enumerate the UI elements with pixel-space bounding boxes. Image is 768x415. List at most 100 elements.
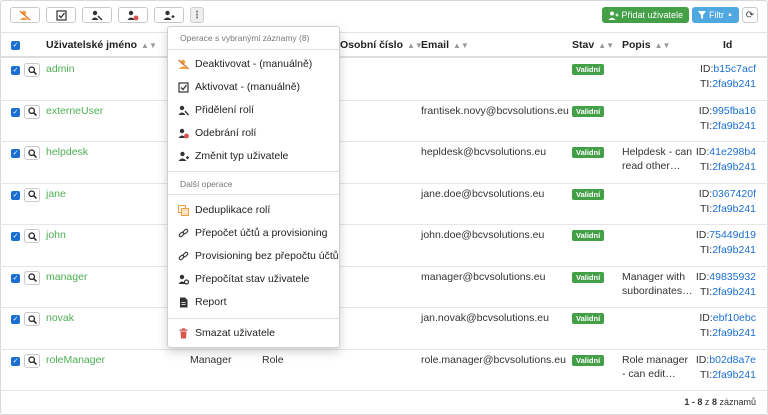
menu-deactivate[interactable]: Deaktivovat - (manuálně) (178, 56, 312, 72)
status-badge: Validní (572, 354, 605, 366)
description: Manager with subordinates… (622, 270, 693, 297)
username-link[interactable]: roleManager (46, 354, 105, 366)
row-checkbox[interactable]: ✓ (11, 315, 20, 324)
identifier: ID:75449d19 TI:2fa9b241 (696, 228, 756, 258)
menu-activate[interactable]: Aktivovat - (manuálně) (178, 79, 300, 95)
ti-value[interactable]: 2fa9b241 (712, 244, 756, 256)
detail-button[interactable] (24, 353, 40, 368)
add-user-button[interactable]: Přidat uživatele (601, 7, 690, 23)
id-value[interactable]: 995fba16 (712, 105, 756, 117)
column-id[interactable]: Id (723, 39, 732, 51)
row-checkbox[interactable]: ✓ (11, 107, 20, 117)
refresh-button[interactable]: ⟳ (742, 7, 758, 23)
id-line: ID:b15c7acf (699, 63, 756, 75)
menu-item-label: Deaktivovat - (manuálně) (195, 58, 313, 70)
search-icon (27, 273, 37, 282)
assign-roles-button[interactable] (82, 7, 112, 23)
id-value[interactable]: 0367420f (712, 188, 756, 200)
detail-button[interactable] (24, 187, 40, 202)
check-square-icon (55, 9, 67, 21)
column-email[interactable]: Email ▲▼ (421, 39, 469, 51)
row-checkbox[interactable]: ✓ (11, 356, 20, 366)
table-actions: Přidat uživatele Filtr ▲ ⟳ (601, 7, 758, 23)
user-type-icon (178, 151, 189, 162)
menu-assign-roles[interactable]: Přidělení rolí (178, 102, 254, 118)
ti-value[interactable]: 2fa9b241 (712, 327, 756, 339)
column-state[interactable]: Stav ▲▼ (572, 39, 614, 51)
detail-button[interactable] (24, 63, 40, 77)
username-link[interactable]: manager (46, 271, 87, 283)
change-user-type-button[interactable] (154, 7, 184, 23)
ti-value[interactable]: 2fa9b241 (712, 161, 756, 173)
table-row[interactable]: ✓ admin Validní ID:b15c7acf TI:2fa9b241 (0, 59, 768, 101)
ti-value[interactable]: 2fa9b241 (712, 78, 756, 90)
id-value[interactable]: 49835932 (709, 271, 756, 283)
filter-label: Filtr (709, 10, 725, 20)
user-cog-icon (178, 274, 189, 285)
deactivate-button[interactable] (10, 7, 40, 23)
status-badge: Validní (572, 230, 605, 241)
ti-value[interactable]: 2fa9b241 (712, 369, 756, 381)
id-value[interactable]: 41e298b4 (709, 146, 756, 158)
column-username[interactable]: Uživatelské jméno ▲▼ (46, 39, 157, 51)
menu-report[interactable]: Report (178, 294, 227, 310)
column-personal-number[interactable]: Osobní číslo ▲▼ (340, 39, 423, 51)
more-actions-button[interactable]: ⋮ (190, 7, 204, 23)
row-checkbox[interactable]: ✓ (11, 66, 20, 75)
detail-button[interactable] (24, 146, 40, 160)
id-value[interactable]: 75449d19 (709, 229, 756, 241)
table-row[interactable]: ✓ jane jane.doe@bcvsolutions.eu Validní ID:0… (0, 184, 768, 225)
first-name: Manager (190, 353, 232, 366)
sort-icon: ▲▼ (654, 41, 671, 50)
username-link[interactable]: helpdesk (46, 146, 88, 158)
activate-button[interactable] (46, 7, 76, 23)
user-remove-key-icon (178, 128, 189, 139)
table-row[interactable]: ✓ manager manager@bcvsolutions.eu Validní Ma… (0, 267, 768, 308)
table-row[interactable]: ✓ novak jan.novak@bcvsolutions.eu Validní ID… (0, 308, 768, 350)
ti-line: TI:2fa9b241 (699, 119, 756, 132)
detail-button[interactable] (24, 270, 40, 285)
username-link[interactable]: admin (46, 63, 75, 75)
ti-value[interactable]: 2fa9b241 (712, 286, 756, 298)
ti-value[interactable]: 2fa9b241 (712, 120, 756, 132)
email: hepldesk@bcvsolutions.eu (421, 146, 547, 158)
username-link[interactable]: jane (46, 188, 66, 200)
menu-delete-user[interactable]: Smazat uživatele (178, 325, 275, 341)
ti-value[interactable]: 2fa9b241 (712, 203, 756, 215)
row-checkbox[interactable]: ✓ (11, 149, 20, 158)
email: john.doe@bcvsolutions.eu (421, 229, 545, 241)
detail-button[interactable] (24, 312, 40, 326)
detail-button[interactable] (24, 229, 40, 243)
username-link[interactable]: john (46, 229, 66, 241)
ti-line: TI:2fa9b241 (699, 327, 756, 339)
chevron-up-icon: ▲ (727, 12, 733, 18)
table-row[interactable]: ✓ helpdesk hepldesk@bcvsolutions.eu Validní… (0, 142, 768, 184)
menu-recalculate-accounts[interactable]: Přepočet účtů a provisioning (178, 225, 328, 241)
row-checkbox[interactable]: ✓ (11, 232, 20, 241)
select-all-checkbox[interactable]: ✓ (11, 41, 20, 50)
menu-role-deduplication[interactable]: Deduplikace rolí (178, 202, 270, 218)
total: 8 (711, 397, 717, 407)
id-value[interactable]: b02d8a7e (709, 354, 756, 366)
row-checkbox[interactable]: ✓ (11, 190, 20, 200)
status-badge: Validní (572, 313, 605, 324)
table-row[interactable]: ✓ john john.doe@bcvsolutions.eu Validní ID:7… (0, 225, 768, 267)
id-value[interactable]: ebf10ebc (713, 312, 756, 324)
username-link[interactable]: novak (46, 312, 74, 324)
menu-remove-roles[interactable]: Odebrání rolí (178, 125, 256, 141)
filter-button[interactable]: Filtr ▲ (692, 7, 739, 23)
remove-roles-button[interactable] (118, 7, 148, 23)
row-checkbox[interactable]: ✓ (11, 273, 20, 283)
menu-provisioning[interactable]: Provisioning bez přepočtu účtů (178, 248, 339, 264)
link-icon (178, 228, 189, 239)
id-value[interactable]: b15c7acf (713, 63, 756, 75)
description: Role manager - can edit… (622, 353, 688, 380)
username-link[interactable]: externeUser (46, 105, 103, 117)
menu-change-user-type[interactable]: Změnit typ uživatele (178, 148, 288, 164)
column-description[interactable]: Popis ▲▼ (622, 39, 670, 51)
detail-button[interactable] (24, 104, 40, 119)
table-row[interactable]: ✓ roleManager Manager Role role.manager@bcvs… (0, 350, 768, 391)
ti-line: TI:2fa9b241 (699, 285, 756, 298)
table-row[interactable]: ✓ externeUser frantisek.novy@bcvsolutions.… (0, 101, 768, 142)
menu-recalculate-state[interactable]: Přepočítat stav uživatele (178, 271, 309, 287)
